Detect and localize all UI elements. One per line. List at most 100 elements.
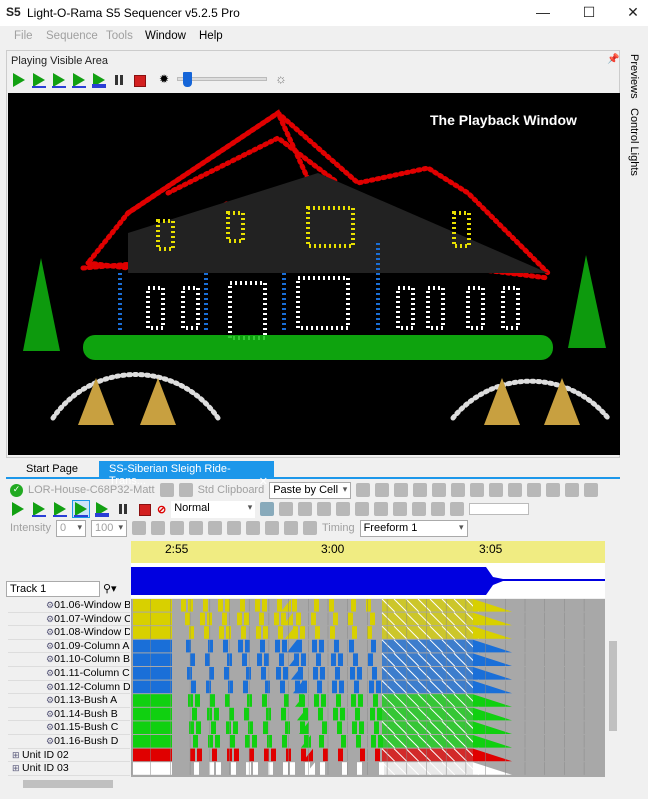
shimmer-icon[interactable] [393, 502, 408, 516]
zoom-out-vertical-icon[interactable] [546, 483, 561, 497]
sparkle-icon[interactable] [169, 521, 184, 535]
effect-block [266, 707, 271, 721]
timing-5-icon[interactable] [302, 521, 317, 535]
audio-waveform[interactable] [131, 563, 605, 598]
effect-full-icon[interactable] [317, 502, 332, 516]
stop-icon[interactable] [131, 72, 147, 88]
play-loop-icon[interactable] [91, 72, 107, 88]
zoom-in-vertical-icon[interactable] [527, 483, 542, 497]
intensity-min-input[interactable]: 0 [55, 519, 86, 537]
effect-off-icon[interactable] [298, 502, 313, 516]
stop-icon[interactable] [136, 501, 152, 517]
side-tab-control-lights[interactable]: Control Lights [628, 108, 640, 176]
effect-ramp [473, 694, 512, 707]
bulb-icon[interactable] [131, 521, 146, 535]
channel-row[interactable]: ⚙01.12-Column D [8, 681, 130, 695]
pause-icon[interactable] [115, 501, 131, 517]
channel-row[interactable]: ⚙01.11-Column C [8, 667, 130, 681]
track-select[interactable]: Track 1 [6, 581, 100, 597]
zoom-in-horizontal-icon[interactable] [565, 483, 580, 497]
fade-up-icon[interactable] [336, 502, 351, 516]
pin-icon[interactable]: 📌 [607, 54, 619, 65]
time-ruler[interactable]: 2:55 3:00 3:05 [131, 541, 605, 563]
clipboard-button[interactable]: Std Clipboard [198, 484, 265, 496]
minimize-button[interactable]: — [528, 4, 558, 20]
play-icon[interactable] [10, 501, 26, 517]
expand-icon[interactable]: ⊞ [12, 750, 22, 760]
play-from-start-icon[interactable] [31, 72, 47, 88]
play-to-end-icon[interactable] [51, 72, 67, 88]
no-loop-icon[interactable]: ⊘ [157, 503, 166, 516]
close-button[interactable]: ✕ [618, 4, 648, 21]
paste-mode-select[interactable]: Paste by Cell [269, 481, 352, 499]
tree-icon[interactable]: ⚲▾ [103, 582, 117, 595]
play-from-start-icon[interactable] [31, 501, 47, 517]
menu-sequence[interactable]: Sequence [46, 30, 98, 42]
undo-icon[interactable] [451, 483, 466, 497]
menu-file[interactable]: File [14, 30, 33, 42]
channel-row[interactable]: ⊞ Unit ID 03 [8, 762, 130, 776]
cut-icon[interactable] [356, 483, 371, 497]
chart-icon[interactable] [188, 521, 203, 535]
menu-help[interactable]: Help [199, 30, 223, 42]
effect-on-icon[interactable] [279, 502, 294, 516]
play-loop-icon[interactable] [94, 501, 110, 517]
refresh-icon[interactable] [432, 483, 447, 497]
play-to-end-icon[interactable] [52, 501, 68, 517]
twinkle-icon[interactable] [374, 502, 389, 516]
effect-block [351, 599, 356, 612]
channel-row[interactable]: ⚙01.16-Bush D [8, 735, 130, 749]
layers-icon[interactable] [207, 521, 222, 535]
effect-block [277, 599, 282, 612]
timing-select[interactable]: Freeform 1 [359, 519, 468, 537]
channel-row[interactable]: ⚙01.13-Bush A [8, 694, 130, 708]
effect-block [283, 667, 288, 680]
fade-down-icon[interactable] [355, 502, 370, 516]
film-icon[interactable] [489, 483, 504, 497]
channel-row[interactable]: ⚙01.07-Window C [8, 613, 130, 627]
timing-2-icon[interactable] [245, 521, 260, 535]
channel-row[interactable]: ⚙01.10-Column B [8, 653, 130, 667]
zoom-out-horizontal-icon[interactable] [584, 483, 599, 497]
paste-icon[interactable] [394, 483, 409, 497]
dimmer-icon[interactable] [150, 521, 165, 535]
sequence-grid[interactable] [130, 598, 605, 777]
play-mode-select[interactable]: Normal [171, 500, 256, 518]
channel-row[interactable]: ⚙01.09-Column A [8, 640, 130, 654]
color-icon[interactable] [412, 502, 427, 516]
vertical-scrollbar[interactable] [606, 541, 620, 777]
horizontal-scrollbar[interactable] [8, 777, 620, 791]
pause-icon[interactable] [111, 72, 127, 88]
lock-icon[interactable] [178, 483, 193, 497]
copy-icon[interactable] [375, 483, 390, 497]
color-swatch[interactable] [469, 503, 530, 515]
save-icon[interactable] [159, 483, 174, 497]
tab-sequence[interactable]: SS-Siberian Sleigh Ride-Trans... ✕ [99, 461, 274, 488]
brightness-slider-thumb[interactable] [183, 72, 192, 87]
timing-4-icon[interactable] [283, 521, 298, 535]
channel-row[interactable]: ⚙01.06-Window B [8, 599, 130, 613]
grid-icon[interactable] [508, 483, 523, 497]
select-tool-icon[interactable] [260, 502, 275, 516]
timing-1-icon[interactable] [226, 521, 241, 535]
menu-tools[interactable]: Tools [106, 30, 133, 42]
timing-3-icon[interactable] [264, 521, 279, 535]
play-icon[interactable] [11, 72, 27, 88]
channel-row[interactable]: ⚙01.08-Window D [8, 626, 130, 640]
maximize-button[interactable]: ☐ [574, 4, 604, 21]
channel-row[interactable]: ⚙01.15-Bush C [8, 721, 130, 735]
expand-icon[interactable]: ⊞ [12, 763, 22, 773]
play-selection-icon[interactable] [72, 500, 90, 518]
channel-row[interactable]: ⚙01.14-Bush B [8, 708, 130, 722]
side-tab-previews[interactable]: Previews [628, 54, 640, 99]
motion-icon[interactable] [431, 502, 446, 516]
menu-window[interactable]: Window [145, 30, 186, 42]
intensity-max-input[interactable]: 100 [90, 519, 127, 537]
play-selection-icon[interactable] [71, 72, 87, 88]
redo-icon[interactable] [470, 483, 485, 497]
channel-row[interactable]: ⊞ Unit ID 02 [8, 749, 130, 763]
tab-start-page[interactable]: Start Page [16, 461, 88, 478]
ss-icon[interactable] [450, 502, 465, 516]
paste-special-icon[interactable] [413, 483, 428, 497]
effect-block [311, 612, 316, 626]
